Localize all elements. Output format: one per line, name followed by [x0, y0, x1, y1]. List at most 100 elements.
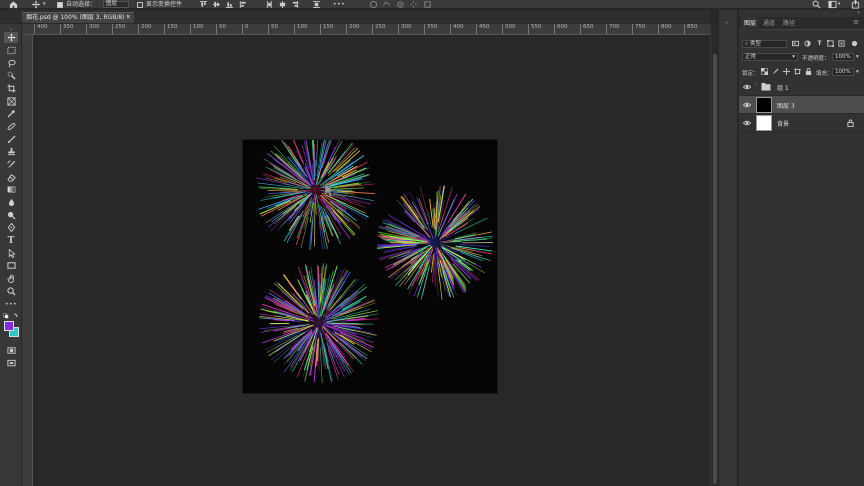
share-icon[interactable]	[851, 0, 860, 9]
quick-mask-button[interactable]	[4, 345, 18, 356]
move-tool-button[interactable]	[4, 32, 18, 43]
filter-type-icon[interactable]: T	[816, 40, 823, 47]
lasso-tool-button[interactable]	[4, 58, 18, 69]
horizontal-ruler[interactable]: 400 350 300 250 200 150 100 50 0 50 100 150 200 250 30…	[22, 24, 710, 35]
dodge-tool-button[interactable]	[4, 210, 18, 221]
opacity-input[interactable]: 100%	[832, 53, 854, 61]
align-bottom-icon[interactable]	[226, 0, 233, 9]
distribute-left-icon[interactable]	[313, 0, 320, 9]
workspace-vertical-scrollbar[interactable]	[710, 24, 718, 486]
filter-pixel-icon[interactable]	[792, 40, 799, 47]
expand-panels-icon[interactable]: «	[725, 20, 728, 26]
more-options-button[interactable]: •••	[333, 0, 345, 9]
crop-tool-button[interactable]	[4, 83, 18, 94]
auto-select-label: 自动选择：	[66, 1, 97, 8]
blend-mode-value: 正常	[745, 54, 757, 60]
distribute-vcenter-icon[interactable]	[279, 0, 286, 9]
quick-select-tool-button[interactable]	[4, 70, 18, 81]
3d-slide-icon[interactable]	[409, 0, 418, 9]
collapse-panel-icon[interactable]: »	[857, 10, 860, 16]
ruler-tick-label: 0	[242, 24, 268, 34]
opacity-dropdown-icon[interactable]: ▾	[856, 54, 859, 60]
auto-select-target-value: 图层	[106, 1, 118, 7]
workspace-icon[interactable]	[828, 0, 837, 9]
pen-icon	[7, 223, 15, 232]
workspace[interactable]	[33, 35, 710, 486]
hand-tool-button[interactable]	[4, 273, 18, 284]
auto-select-target-select[interactable]: 图层	[103, 1, 129, 8]
layer-filter-row: ⌕ 类型 T	[739, 37, 864, 50]
distribute-top-icon[interactable]	[266, 0, 273, 9]
layer-row-background[interactable]: 背景	[739, 114, 864, 132]
history-brush-icon	[6, 160, 15, 169]
lock-transparent-icon[interactable]	[761, 68, 768, 75]
type-tool-button[interactable]: T	[4, 235, 18, 246]
fill-dropdown-icon[interactable]: ▾	[856, 69, 859, 75]
layer-filter-select[interactable]: ⌕ 类型	[742, 40, 787, 48]
path-select-tool-button[interactable]	[4, 248, 18, 259]
visibility-eye-icon[interactable]	[743, 119, 751, 127]
show-transform-checkbox[interactable]	[137, 1, 143, 8]
healing-brush-tool-button[interactable]	[4, 121, 18, 132]
distribute-bottom-icon[interactable]	[292, 0, 299, 9]
tab-layers[interactable]: 图层	[741, 17, 760, 30]
panel-menu-icon[interactable]: ≡	[850, 17, 862, 30]
scrollbar-thumb[interactable]	[713, 54, 717, 484]
lock-position-icon[interactable]	[783, 68, 790, 75]
eyedropper-tool-button[interactable]	[4, 108, 18, 119]
layer-row-layer-3[interactable]: 图层 3	[739, 96, 864, 114]
layer-name: 背景	[777, 121, 790, 128]
tab-paths[interactable]: 路径	[780, 17, 798, 30]
gradient-tool-button[interactable]	[4, 184, 18, 195]
vertical-ruler[interactable]	[22, 35, 33, 486]
rectangle-tool-button[interactable]	[4, 260, 18, 271]
visibility-eye-icon[interactable]	[743, 83, 751, 91]
eraser-tool-button[interactable]	[4, 172, 18, 183]
workspace-dropdown-icon[interactable]: ▾	[838, 0, 841, 9]
align-vcenter-icon[interactable]	[213, 0, 220, 9]
lock-all-icon[interactable]	[805, 68, 812, 75]
foreground-color-swatch[interactable]	[4, 321, 14, 331]
filter-shape-icon[interactable]	[827, 40, 834, 47]
lock-artboard-icon[interactable]	[794, 68, 801, 75]
filter-toggle-icon[interactable]	[851, 40, 858, 47]
visibility-eye-icon[interactable]	[743, 101, 751, 109]
bandage-icon	[7, 122, 15, 131]
zoom-tool-button[interactable]	[4, 286, 18, 297]
auto-select-checkbox[interactable]	[57, 1, 63, 8]
screen-mode-button[interactable]	[4, 358, 18, 369]
filter-smart-object-icon[interactable]	[838, 40, 845, 47]
frame-tool-button[interactable]	[4, 96, 18, 107]
close-tab-icon[interactable]: ×	[126, 13, 131, 23]
lock-icon	[847, 119, 854, 127]
fill-input[interactable]: 100%	[832, 68, 854, 76]
clone-stamp-tool-button[interactable]	[4, 146, 18, 157]
move-tool-icon[interactable]	[31, 0, 41, 9]
align-left-icon[interactable]	[239, 0, 246, 9]
filter-adjustment-icon[interactable]	[804, 40, 811, 47]
document-canvas[interactable]	[243, 140, 497, 393]
default-colors-icon[interactable]	[3, 313, 19, 319]
group-expand-chevron-icon[interactable]: ›	[755, 82, 757, 88]
blend-mode-row: 正常 ▾ 不透明度： 100% ▾	[739, 50, 864, 63]
3d-orbit-icon[interactable]	[369, 0, 378, 9]
home-icon[interactable]	[9, 0, 18, 9]
lock-image-icon[interactable]	[772, 68, 779, 75]
blur-tool-button[interactable]	[4, 197, 18, 208]
ruler-tick-label: 700	[606, 24, 632, 34]
document-tab[interactable]: 烟花.psd @ 100% (图层 3, RGB/8) * ×	[22, 12, 134, 23]
blend-mode-select[interactable]: 正常 ▾	[742, 53, 798, 61]
pen-tool-button[interactable]	[4, 222, 18, 233]
history-brush-tool-button[interactable]	[4, 159, 18, 170]
move-tool-dropdown-icon[interactable]: ▾	[43, 0, 46, 9]
3d-roll-icon[interactable]	[382, 0, 391, 9]
layer-row-group-1[interactable]: › 组 1	[739, 78, 864, 96]
3d-pan-icon[interactable]	[396, 0, 405, 9]
edit-toolbar-button[interactable]: •••	[4, 299, 18, 310]
search-icon[interactable]	[812, 0, 821, 9]
brush-tool-button[interactable]	[4, 134, 18, 145]
3d-scale-icon[interactable]	[423, 0, 432, 9]
align-top-icon[interactable]	[200, 0, 207, 9]
marquee-tool-button[interactable]	[4, 45, 18, 56]
tab-channels[interactable]: 通道	[760, 17, 778, 30]
